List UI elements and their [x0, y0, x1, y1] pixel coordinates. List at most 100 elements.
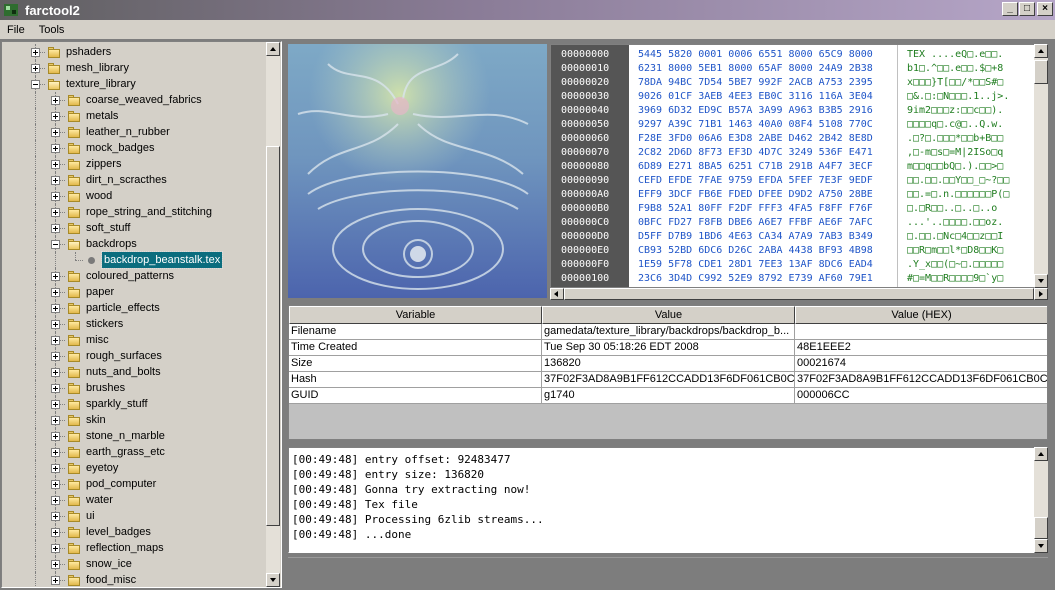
table-row[interactable]: Filename gamedata/texture_library/backdro…: [289, 324, 1047, 340]
tree-folder-item[interactable]: coloured_patterns: [2, 268, 267, 284]
expand-icon[interactable]: [51, 288, 60, 297]
expand-icon[interactable]: [51, 112, 60, 121]
tree-scroll-thumb[interactable]: [266, 146, 280, 526]
tree-folder-item[interactable]: skin: [2, 412, 267, 428]
tree-folder-item[interactable]: dirt_n_scracthes: [2, 172, 267, 188]
expand-icon[interactable]: [51, 496, 60, 505]
tree-file-item[interactable]: backdrop_beanstalk.tex: [2, 251, 267, 269]
tree-folder-item[interactable]: zippers: [2, 156, 267, 172]
tree-folder-item[interactable]: rope_string_and_stitching: [2, 204, 267, 220]
log-scrollbar[interactable]: [1034, 447, 1048, 553]
column-header-value-hex[interactable]: Value (HEX): [795, 306, 1047, 324]
menu-file[interactable]: File: [0, 24, 32, 36]
hex-hscroll-thumb[interactable]: [564, 288, 1034, 300]
tree-scroll-up-button[interactable]: [266, 42, 280, 56]
tree-folder-item[interactable]: snow_ice: [2, 556, 267, 572]
tree-folder-item[interactable]: reflection_maps: [2, 540, 267, 556]
tree-folder-item[interactable]: nuts_and_bolts: [2, 364, 267, 380]
tree-folder-item[interactable]: paper: [2, 284, 267, 300]
hex-viewer[interactable]: 00000000 5445 5820 0001 0006 6551 8000 65…: [550, 44, 1048, 288]
expand-icon[interactable]: [31, 64, 40, 73]
table-row[interactable]: Time Created Tue Sep 30 05:18:26 EDT 2008…: [289, 340, 1047, 356]
tree-folder-item[interactable]: pshaders: [2, 44, 267, 60]
expand-icon[interactable]: [51, 144, 60, 153]
tree-folder-item[interactable]: wood: [2, 188, 267, 204]
tree-folder-item[interactable]: water: [2, 492, 267, 508]
expand-icon[interactable]: [51, 464, 60, 473]
hex-vertical-scrollbar[interactable]: [1034, 44, 1048, 288]
hex-scroll-thumb[interactable]: [1034, 60, 1048, 84]
expand-icon[interactable]: [51, 432, 60, 441]
expand-icon[interactable]: [51, 272, 60, 281]
vertical-splitter[interactable]: [283, 41, 287, 588]
expand-icon[interactable]: [51, 528, 60, 537]
log-scroll-thumb[interactable]: [1034, 517, 1048, 539]
expand-icon[interactable]: [51, 160, 60, 169]
minimize-button[interactable]: _: [1002, 2, 1018, 16]
tree-folder-item[interactable]: sparkly_stuff: [2, 396, 267, 412]
expand-icon[interactable]: [51, 96, 60, 105]
menu-tools[interactable]: Tools: [32, 24, 72, 36]
expand-icon[interactable]: [51, 512, 60, 521]
expand-icon[interactable]: [51, 352, 60, 361]
tree-scrollbar[interactable]: [266, 42, 280, 587]
tree-folder-item[interactable]: eyetoy: [2, 460, 267, 476]
expand-icon[interactable]: [51, 400, 60, 409]
tree-folder-item[interactable]: brushes: [2, 380, 267, 396]
tree-folder-item[interactable]: food_misc: [2, 572, 267, 587]
log-scroll-down-button[interactable]: [1034, 539, 1048, 553]
tree-folder-item[interactable]: ui: [2, 508, 267, 524]
expand-icon[interactable]: [31, 48, 40, 57]
tree-folder-item[interactable]: misc: [2, 332, 267, 348]
expand-icon[interactable]: [51, 320, 60, 329]
table-row[interactable]: Hash 37F02F3AD8A9B1FF612CCADD13F6DF061CB0…: [289, 372, 1047, 388]
close-button[interactable]: ×: [1037, 2, 1053, 16]
tree-folder-item[interactable]: stone_n_marble: [2, 428, 267, 444]
hex-scroll-up-button[interactable]: [1034, 44, 1048, 58]
tree-folder-item[interactable]: level_badges: [2, 524, 267, 540]
expand-icon[interactable]: [51, 128, 60, 137]
expand-icon[interactable]: [51, 176, 60, 185]
tree-folder-item[interactable]: particle_effects: [2, 300, 267, 316]
tree-folder-item[interactable]: backdrops: [2, 236, 267, 252]
log-output[interactable]: [00:49:48] entry offset: 92483477 [00:49:…: [288, 447, 1048, 553]
expand-icon[interactable]: [51, 544, 60, 553]
expand-icon[interactable]: [51, 368, 60, 377]
hex-scroll-down-button[interactable]: [1034, 274, 1048, 288]
collapse-icon[interactable]: [51, 240, 60, 249]
expand-icon[interactable]: [51, 192, 60, 201]
expand-icon[interactable]: [51, 576, 60, 585]
expand-icon[interactable]: [51, 560, 60, 569]
tree-folder-item[interactable]: leather_n_rubber: [2, 124, 267, 140]
tree-folder-item[interactable]: earth_grass_etc: [2, 444, 267, 460]
tree-folder-item[interactable]: soft_stuff: [2, 220, 267, 236]
tree-folder-item[interactable]: mock_badges: [2, 140, 267, 156]
hex-scroll-right-button[interactable]: [1034, 288, 1048, 300]
expand-icon[interactable]: [51, 304, 60, 313]
expand-icon[interactable]: [51, 480, 60, 489]
maximize-button[interactable]: □: [1019, 2, 1035, 16]
tree-folder-item[interactable]: rough_surfaces: [2, 348, 267, 364]
tree-folder-item[interactable]: coarse_weaved_fabrics: [2, 92, 267, 108]
tree-folder-item[interactable]: texture_library: [2, 76, 267, 92]
tree-folder-item[interactable]: stickers: [2, 316, 267, 332]
tree-scroll-down-button[interactable]: [266, 573, 280, 587]
expand-icon[interactable]: [51, 448, 60, 457]
table-row[interactable]: Size 136820 00021674: [289, 356, 1047, 372]
column-header-variable[interactable]: Variable: [289, 306, 542, 324]
log-scroll-up-button[interactable]: [1034, 447, 1048, 461]
expand-icon[interactable]: [51, 208, 60, 217]
expand-icon[interactable]: [51, 336, 60, 345]
tree-folder-item[interactable]: pod_computer: [2, 476, 267, 492]
table-row[interactable]: GUID g1740 000006CC: [289, 388, 1047, 404]
horizontal-splitter-top[interactable]: [288, 301, 1048, 304]
hex-horizontal-scrollbar[interactable]: [550, 288, 1048, 300]
hex-scroll-left-button[interactable]: [550, 288, 564, 300]
column-header-value[interactable]: Value: [542, 306, 795, 324]
tree-folder-item[interactable]: mesh_library: [2, 60, 267, 76]
expand-icon[interactable]: [51, 416, 60, 425]
expand-icon[interactable]: [51, 224, 60, 233]
collapse-icon[interactable]: [31, 80, 40, 89]
expand-icon[interactable]: [51, 384, 60, 393]
tree-folder-item[interactable]: metals: [2, 108, 267, 124]
